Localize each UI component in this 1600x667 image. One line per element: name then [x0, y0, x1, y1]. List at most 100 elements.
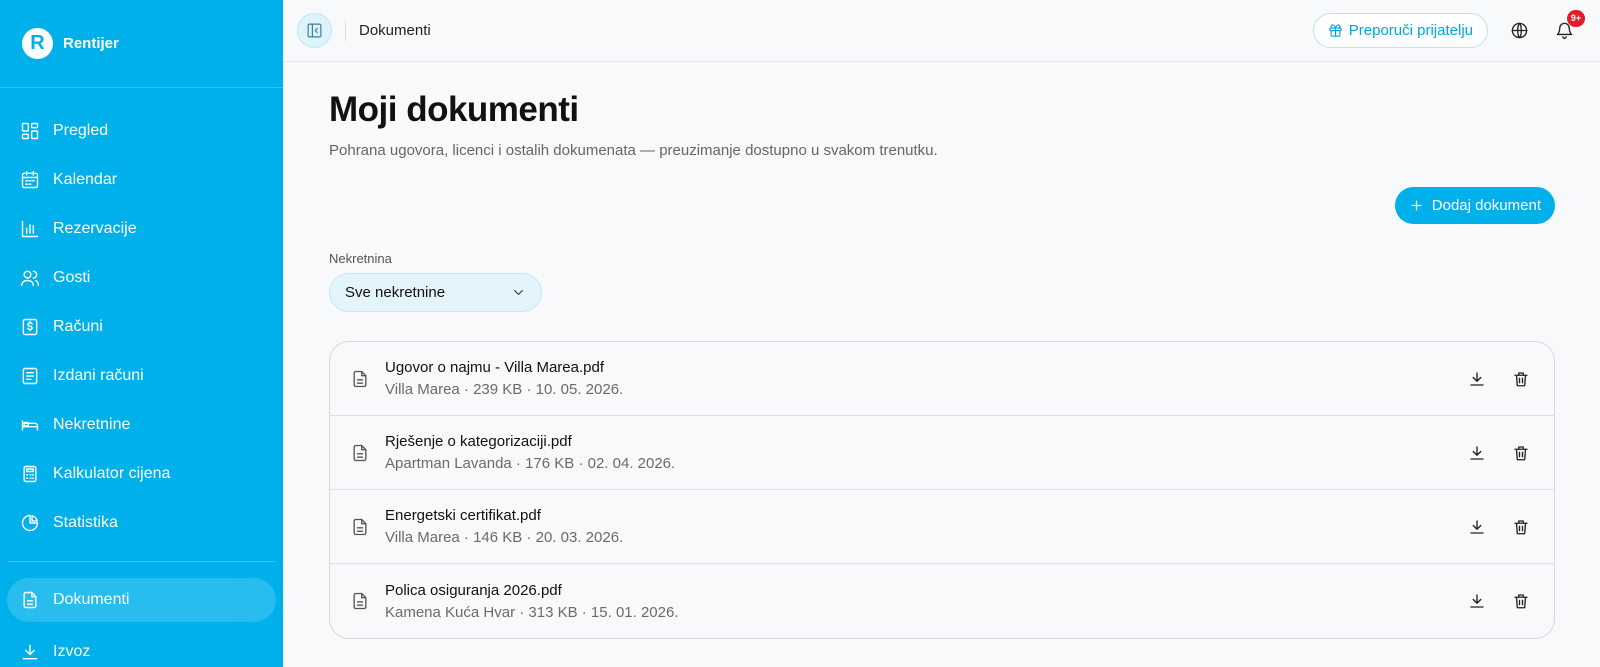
download-button[interactable]: [1464, 440, 1490, 466]
document-icon: [20, 590, 40, 610]
sidebar-item-gosti[interactable]: Gosti: [0, 253, 283, 302]
topbar: Dokumenti Preporuči prijatelju 9+: [283, 0, 1600, 62]
calculator-icon: [20, 464, 40, 484]
bar-chart-icon: [20, 219, 40, 239]
document-meta: Kamena Kuća Hvar · 313 KB · 15. 01. 2026…: [385, 603, 679, 621]
sidebar-item-dokumenti[interactable]: Dokumenti: [7, 578, 276, 622]
document-info: Rješenje o kategorizaciji.pdf Apartman L…: [385, 433, 1446, 472]
property-filter-value: Sve nekretnine: [345, 284, 446, 301]
pie-chart-icon: [20, 513, 40, 533]
list-item: Rješenje o kategorizaciji.pdf Apartman L…: [330, 416, 1554, 490]
notifications-button[interactable]: 9+: [1550, 9, 1585, 45]
page-subtitle: Pohrana ugovora, licenci i ostalih dokum…: [329, 142, 938, 159]
trash-icon: [1514, 371, 1528, 386]
download-icon: [1470, 371, 1484, 386]
sidebar-item-pregled[interactable]: Pregled: [0, 106, 283, 155]
document-list: Ugovor o najmu - Villa Marea.pdf Villa M…: [329, 341, 1555, 639]
brand[interactable]: R Rentijer: [0, 0, 283, 88]
delete-button[interactable]: [1508, 514, 1534, 540]
sidebar: R Rentijer Pregled Kalendar Rezervacije …: [0, 0, 283, 667]
sidebar-nav: Pregled Kalendar Rezervacije Gosti Račun…: [0, 88, 283, 667]
document-name: Rješenje o kategorizaciji.pdf: [385, 433, 572, 450]
breadcrumb: Dokumenti: [359, 22, 431, 39]
sidebar-divider: [8, 561, 275, 562]
delete-button[interactable]: [1508, 366, 1534, 392]
sidebar-item-kalendar[interactable]: Kalendar: [0, 155, 283, 204]
sidebar-item-label: Statistika: [53, 513, 118, 531]
document-actions: [1446, 514, 1534, 540]
document-meta: Villa Marea · 146 KB · 20. 03. 2026.: [385, 529, 624, 546]
language-button[interactable]: [1505, 17, 1533, 45]
download-button[interactable]: [1464, 514, 1490, 540]
document-actions: [1446, 366, 1534, 392]
document-name: Polica osiguranja 2026.pdf: [385, 581, 562, 599]
delete-button[interactable]: [1508, 440, 1534, 466]
file-icon: [350, 590, 370, 612]
file-icon: [350, 442, 370, 464]
trash-icon: [1514, 519, 1528, 534]
sidebar-item-rezervacije[interactable]: Rezervacije: [0, 204, 283, 253]
globe-icon: [1511, 22, 1527, 39]
sidebar-item-izdani-racuni[interactable]: Izdani računi: [0, 351, 283, 400]
sidebar-toggle-button[interactable]: [297, 13, 332, 48]
sidebar-collapse-icon: [307, 23, 322, 38]
sidebar-item-kalkulator[interactable]: Kalkulator cijena: [0, 449, 283, 498]
bed-icon: [20, 415, 40, 435]
actions-row: Dodaj dokument: [329, 187, 1555, 224]
download-icon: [1470, 445, 1484, 460]
download-icon: [1470, 519, 1484, 534]
download-button[interactable]: [1464, 588, 1490, 614]
document-meta: Apartman Lavanda · 176 KB · 02. 04. 2026…: [385, 455, 676, 472]
notifications-badge: 9+: [1567, 9, 1585, 27]
dashboard-icon: [20, 121, 40, 141]
document-info: Ugovor o najmu - Villa Marea.pdf Villa M…: [385, 359, 1446, 398]
document-meta: Villa Marea · 239 KB · 10. 05. 2026.: [385, 381, 624, 398]
document-name: Energetski certifikat.pdf: [385, 507, 541, 524]
main-content: Moji dokumenti Pohrana ugovora, licenci …: [283, 62, 1600, 667]
refer-friend-button[interactable]: Preporuči prijatelju: [1312, 13, 1488, 48]
sidebar-item-label: Dokumenti: [53, 591, 130, 608]
property-filter-label: Nekretnina: [329, 251, 392, 266]
sidebar-item-statistika[interactable]: Statistika: [0, 498, 283, 547]
chevron-down-icon: [514, 290, 523, 295]
sidebar-item-label: Nekretnine: [53, 415, 131, 433]
sidebar-item-racuni[interactable]: Računi: [0, 302, 283, 351]
invoice-dollar-icon: [20, 317, 40, 337]
sidebar-item-label: Izdani računi: [53, 366, 144, 384]
brand-logo: R: [22, 28, 53, 59]
add-document-label: Dodaj dokument: [1431, 197, 1541, 214]
sidebar-item-izvoz[interactable]: Izvoz: [0, 627, 283, 667]
file-icon: [350, 368, 370, 390]
document-name: Ugovor o najmu - Villa Marea.pdf: [385, 359, 604, 376]
sidebar-item-label: Kalendar: [53, 170, 118, 188]
trash-icon: [1514, 445, 1528, 460]
list-item: Energetski certifikat.pdf Villa Marea · …: [330, 490, 1554, 564]
file-icon: [350, 516, 370, 538]
topbar-divider: [345, 20, 346, 41]
list-item: Polica osiguranja 2026.pdf Kamena Kuća H…: [330, 564, 1554, 638]
add-document-button[interactable]: Dodaj dokument: [1394, 187, 1555, 224]
sidebar-item-label: Izvoz: [53, 642, 91, 660]
sidebar-item-label: Pregled: [53, 121, 109, 139]
sidebar-item-label: Računi: [53, 317, 103, 335]
receipt-icon: [20, 366, 40, 386]
download-icon: [20, 642, 40, 662]
trash-icon: [1514, 594, 1528, 609]
calendar-icon: [20, 170, 40, 190]
topbar-actions: Preporuči prijatelju 9+: [1312, 9, 1600, 48]
document-info: Polica osiguranja 2026.pdf Kamena Kuća H…: [385, 582, 1446, 621]
document-actions: [1446, 440, 1534, 466]
list-item: Ugovor o najmu - Villa Marea.pdf Villa M…: [330, 342, 1554, 416]
document-actions: [1446, 588, 1534, 614]
brand-name: Rentijer: [63, 35, 119, 52]
sidebar-item-nekretnine[interactable]: Nekretnine: [0, 400, 283, 449]
sidebar-item-label: Kalkulator cijena: [53, 464, 171, 482]
users-icon: [20, 268, 40, 288]
refer-friend-label: Preporuči prijatelju: [1348, 22, 1473, 39]
download-button[interactable]: [1464, 366, 1490, 392]
page-title: Moji dokumenti: [329, 90, 579, 129]
download-icon: [1470, 594, 1484, 608]
sidebar-item-label: Rezervacije: [53, 219, 137, 237]
delete-button[interactable]: [1508, 588, 1534, 614]
property-filter-select[interactable]: Sve nekretnine: [329, 273, 542, 312]
